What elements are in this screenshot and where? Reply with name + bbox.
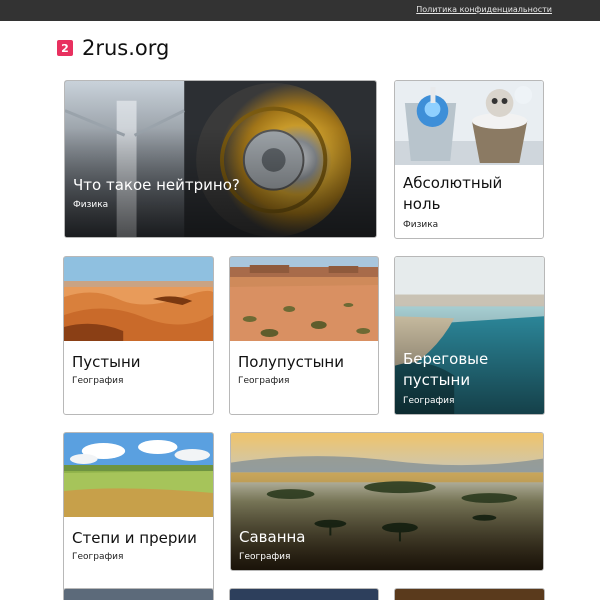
card-title: Пустыни — [72, 353, 141, 371]
card-title: Абсолютный ноль — [403, 174, 503, 213]
card-category: Физика — [403, 220, 439, 230]
article-card-savanna[interactable]: Саванна География — [230, 432, 544, 571]
card-category: География — [238, 376, 290, 386]
card-category: География — [72, 552, 124, 562]
article-card-coastal-deserts[interactable]: Береговые пустыни География — [394, 256, 545, 415]
article-card-semideserts[interactable]: Полупустыни География — [229, 256, 379, 415]
card-category: География — [72, 376, 124, 386]
site-brand[interactable]: 2 2rus.org — [57, 36, 169, 60]
card-title: Береговые пустыни — [403, 350, 489, 389]
card-category: География — [403, 396, 455, 406]
card-category: Физика — [73, 200, 109, 210]
privacy-policy-link[interactable]: Политика конфиденциальности — [416, 5, 552, 14]
article-card-deserts[interactable]: Пустыни География — [63, 256, 214, 415]
site-name: 2rus.org — [82, 36, 170, 60]
steppe-photo — [64, 433, 213, 517]
article-card-partial[interactable] — [394, 588, 545, 600]
card-title: Полупустыни — [238, 353, 344, 371]
top-bar: Политика конфиденциальности — [0, 0, 600, 21]
site-logo-icon: 2 — [57, 40, 73, 56]
desert-dunes-photo — [64, 257, 213, 341]
semidesert-photo — [230, 257, 378, 341]
card-title: Что такое нейтрино? — [73, 176, 240, 194]
article-card-neutrino[interactable]: Что такое нейтрино? Физика — [64, 80, 377, 238]
article-card-partial[interactable] — [229, 588, 379, 600]
card-title: Степи и прерии — [72, 529, 197, 547]
article-card-partial[interactable] — [63, 588, 214, 600]
article-card-absolute-zero[interactable]: Абсолютный ноль Физика — [394, 80, 544, 239]
robot-cups-photo — [395, 81, 543, 165]
article-card-steppes[interactable]: Степи и прерии География — [63, 432, 214, 592]
card-category: География — [239, 552, 291, 562]
card-title: Саванна — [239, 528, 306, 546]
